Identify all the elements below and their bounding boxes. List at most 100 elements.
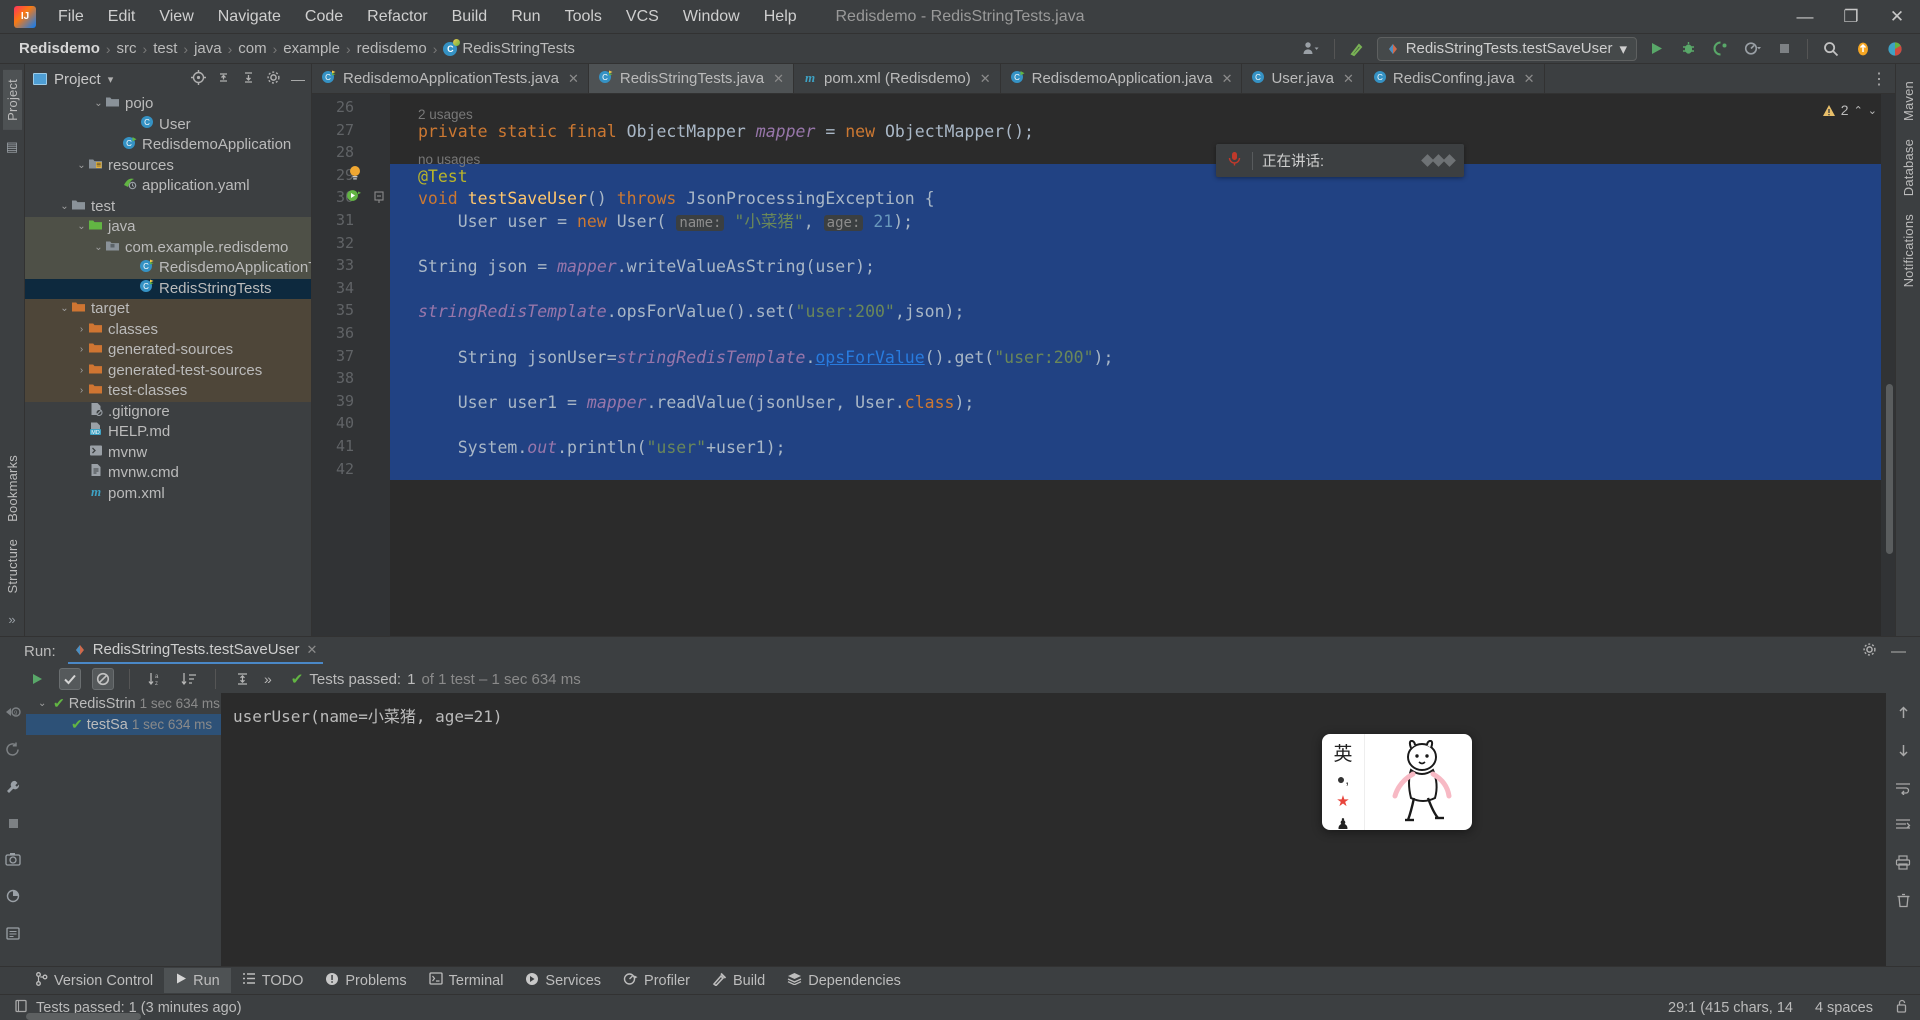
profiler-icon[interactable]: [1739, 37, 1765, 61]
close-icon[interactable]: ✕: [568, 71, 579, 87]
menu-tools[interactable]: Tools: [553, 4, 614, 30]
project-scope-chevron-icon[interactable]: ▾: [108, 73, 114, 86]
chevron-right-icon[interactable]: ›: [76, 361, 87, 382]
account-icon[interactable]: [1882, 37, 1908, 61]
bottom-tool-dependencies[interactable]: Dependencies: [776, 968, 912, 993]
close-icon[interactable]: ✕: [306, 642, 317, 658]
breadcrumb-com[interactable]: com: [233, 40, 271, 57]
code-line[interactable]: System.out.println("user"+user1);: [418, 437, 786, 460]
tree-node-classes[interactable]: › classes: [25, 319, 311, 341]
editor-gutter[interactable]: 26 27 28 29 30 31 32 33 34 35 36 37 38 39 40 41 42: [312, 94, 390, 636]
chevron-down-icon[interactable]: ⌄: [93, 238, 104, 259]
code-line[interactable]: String json = mapper.writeValueAsString(…: [418, 256, 875, 279]
sort-alpha-icon[interactable]: az: [145, 668, 167, 690]
caret-position[interactable]: 29:1 (415 chars, 14: [1668, 1000, 1793, 1016]
ime-punctuation-icon[interactable]: ●,: [1337, 771, 1349, 787]
tree-node-mvnw-cmd[interactable]: mvnw.cmd: [25, 463, 311, 484]
project-file-tree[interactable]: ⌄ pojo C User C RedisdemoApplication ⌄ resource…: [25, 94, 311, 636]
code-editor[interactable]: 26 27 28 29 30 31 32 33 34 35 36 37 38 39 40 41 42 2 usa…: [312, 94, 1895, 636]
code-line[interactable]: void testSaveUser() throws JsonProcessin…: [418, 188, 935, 211]
user-dropdown-icon[interactable]: [1298, 37, 1324, 61]
run-configuration-selector[interactable]: RedisStringTests.testSaveUser ▾: [1376, 36, 1637, 61]
tree-node-redisdemoapplicationtests[interactable]: C RedisdemoApplicationTests: [25, 258, 311, 279]
sort-duration-icon[interactable]: [178, 668, 200, 690]
speech-status-popup[interactable]: 正在讲话:: [1216, 144, 1464, 177]
editor-tab-redisdemoapplication-java[interactable]: C RedisdemoApplication.java ✕: [1001, 64, 1243, 93]
locate-icon[interactable]: [191, 70, 206, 88]
bottom-tool-build[interactable]: Build: [701, 968, 776, 994]
tree-node-user[interactable]: C User: [25, 115, 311, 136]
project-horizontal-scrollbar[interactable]: [26, 1013, 141, 1020]
close-icon[interactable]: ✕: [1524, 71, 1535, 87]
inspection-widget[interactable]: 2 ⌃ ⌄: [1822, 102, 1877, 118]
debug-console-icon[interactable]: 9: [5, 705, 22, 725]
breadcrumb-project[interactable]: Redisdemo: [14, 40, 105, 57]
update-icon[interactable]: [1850, 37, 1876, 61]
hide-panel-icon[interactable]: —: [1891, 643, 1906, 660]
close-icon[interactable]: ✕: [773, 71, 784, 87]
clear-all-icon[interactable]: [1896, 893, 1911, 912]
tree-node-target[interactable]: ⌄ target: [25, 299, 311, 320]
scroll-to-end-icon[interactable]: [1895, 818, 1911, 836]
editor-tab-redisdemoapplicationtests-java[interactable]: C RedisdemoApplicationTests.java ✕: [312, 64, 589, 93]
chevron-right-icon[interactable]: ›: [76, 340, 87, 361]
close-button[interactable]: ✕: [1874, 0, 1920, 34]
code-line[interactable]: String jsonUser=stringRedisTemplate.opsF…: [418, 347, 1114, 370]
intention-bulb-icon[interactable]: [348, 165, 362, 185]
bottom-tool-services[interactable]: Services: [514, 968, 612, 994]
code-line[interactable]: User user = new User( name: "小菜猪", age: …: [418, 211, 913, 235]
sidebar-item-notifications[interactable]: Notifications: [1899, 205, 1918, 296]
stop-icon[interactable]: [7, 817, 20, 835]
test-results-tree[interactable]: ⌄ ✔ RedisStrin 1 sec 634 ms ✔ testSa 1 sec 634…: [26, 693, 221, 966]
editor-vertical-scrollbar[interactable]: [1886, 384, 1893, 554]
editor-tab-redisconfing-java[interactable]: C RedisConfing.java ✕: [1364, 64, 1545, 93]
breadcrumb-test[interactable]: test: [148, 40, 182, 57]
editor-tab-user-java[interactable]: C User.java ✕: [1242, 64, 1364, 93]
rerun-failed-icon[interactable]: [5, 742, 21, 762]
editor-tabs-more[interactable]: ⋮: [1871, 64, 1895, 93]
menu-run[interactable]: Run: [499, 4, 552, 30]
menu-vcs[interactable]: VCS: [614, 4, 671, 30]
sidebar-item-maven[interactable]: Maven: [1899, 72, 1918, 130]
code-line[interactable]: User user1 = mapper.readValue(jsonUser, …: [418, 392, 975, 415]
stop-button[interactable]: [1771, 37, 1797, 61]
minimize-button[interactable]: —: [1782, 0, 1828, 34]
collapse-all-icon[interactable]: [241, 70, 256, 88]
tree-node-redisdemoapplication[interactable]: C RedisdemoApplication: [25, 135, 311, 156]
tree-node-pom-xml[interactable]: m pom.xml: [25, 484, 311, 505]
run-console[interactable]: userUser(name=小菜猪, age=21): [221, 693, 1886, 966]
bottom-tool-version-control[interactable]: Version Control: [24, 968, 164, 994]
inspection-strip[interactable]: [1881, 94, 1895, 636]
run-button[interactable]: [1643, 37, 1669, 61]
chevron-down-icon[interactable]: ⌄: [1868, 104, 1877, 117]
debug-icon[interactable]: [1675, 37, 1701, 61]
menu-file[interactable]: File: [46, 4, 96, 30]
code-line[interactable]: stringRedisTemplate.opsForValue().set("u…: [418, 301, 964, 324]
search-icon[interactable]: [1818, 37, 1844, 61]
ime-floating-panel[interactable]: 英 ●, ★ ♟: [1322, 734, 1472, 830]
bottom-tool-problems[interactable]: Problems: [314, 968, 417, 994]
expand-icon[interactable]: [231, 668, 253, 690]
tree-node-generated-sources[interactable]: › generated-sources: [25, 340, 311, 361]
chevron-down-icon[interactable]: ⌄: [76, 156, 87, 177]
code-content[interactable]: 2 usages no usages private static final Ob…: [390, 94, 1895, 636]
breadcrumb-example[interactable]: example: [278, 40, 345, 57]
tree-node-mvnw[interactable]: mvnw: [25, 443, 311, 464]
breadcrumb-java[interactable]: java: [189, 40, 227, 57]
tree-node-resources[interactable]: ⌄ resources: [25, 156, 311, 177]
tree-node-redisstringtests[interactable]: C RedisStringTests: [25, 278, 311, 299]
close-icon[interactable]: ✕: [1343, 71, 1354, 87]
bottom-tool-terminal[interactable]: Terminal: [418, 968, 515, 993]
test-tree-row[interactable]: ⌄ ✔ RedisStrin 1 sec 634 ms: [26, 693, 221, 714]
menu-refactor[interactable]: Refactor: [355, 4, 439, 30]
chevron-down-icon[interactable]: ⌄: [76, 217, 87, 238]
chevron-down-icon[interactable]: ⌄: [38, 698, 49, 709]
tree-node-test-classes[interactable]: › test-classes: [25, 381, 311, 402]
breadcrumb-src[interactable]: src: [112, 40, 142, 57]
breadcrumb-redisdemo[interactable]: redisdemo: [352, 40, 432, 57]
indent-setting[interactable]: 4 spaces: [1815, 1000, 1873, 1016]
chevron-down-icon[interactable]: ⌄: [59, 197, 70, 218]
chevron-right-icon[interactable]: ›: [76, 320, 87, 341]
build-icon[interactable]: [1345, 37, 1371, 61]
chevron-down-icon[interactable]: ⌄: [59, 299, 70, 320]
